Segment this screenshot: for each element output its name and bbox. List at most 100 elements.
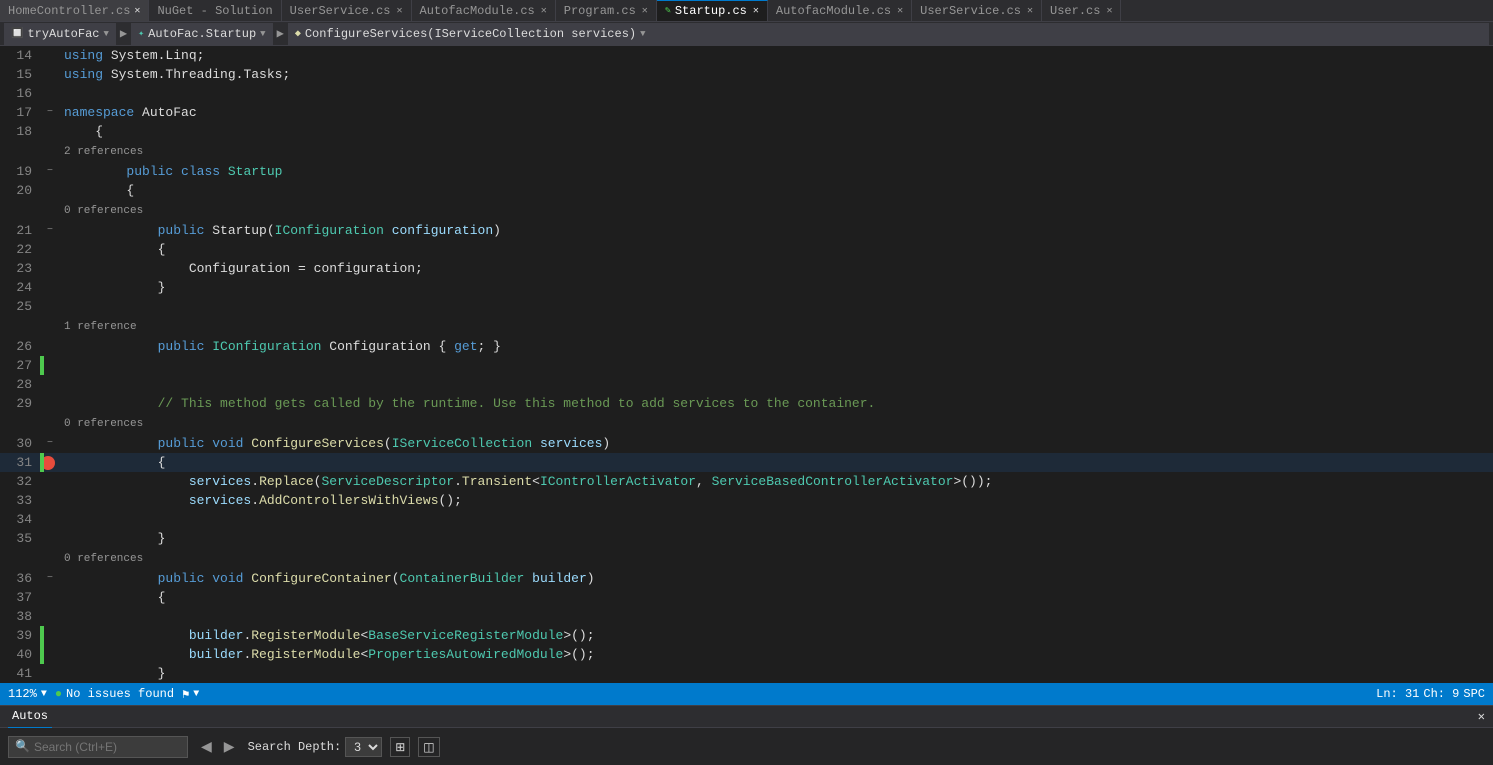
tab-close[interactable]: ✕ bbox=[753, 5, 759, 17]
code-content[interactable]: Configuration = configuration; bbox=[60, 259, 1493, 278]
cursor-position[interactable]: Ln: 31 Ch: 9 SPC bbox=[1376, 687, 1485, 701]
tab-userservice1[interactable]: UserService.cs ✕ bbox=[282, 0, 412, 21]
code-content[interactable]: using System.Threading.Tasks; bbox=[60, 65, 1493, 84]
nav-method[interactable]: ◆ ConfigureServices(IServiceCollection s… bbox=[288, 23, 1489, 45]
nav-method-label: ConfigureServices(IServiceCollection ser… bbox=[305, 27, 636, 41]
code-content[interactable] bbox=[60, 84, 1493, 103]
collapse-icon[interactable]: − bbox=[47, 221, 53, 240]
code-content[interactable] bbox=[60, 297, 1493, 316]
panel-close-button[interactable]: ✕ bbox=[1478, 709, 1485, 724]
code-content[interactable]: { bbox=[60, 122, 1493, 141]
line-number: 18 bbox=[0, 122, 40, 141]
line-number: 21 bbox=[0, 221, 40, 240]
class-icon: ✦ bbox=[138, 28, 144, 40]
code-content[interactable]: services.AddControllersWithViews(); bbox=[60, 491, 1493, 510]
code-content[interactable]: } bbox=[60, 529, 1493, 548]
code-content[interactable]: { bbox=[60, 181, 1493, 200]
search-box[interactable]: 🔍 bbox=[8, 736, 188, 758]
tab-autofacmodule1[interactable]: AutofacModule.cs ✕ bbox=[412, 0, 556, 21]
code-content[interactable]: { bbox=[60, 453, 1493, 472]
line-row: 1 reference 26 public IConfiguration Con… bbox=[0, 316, 1493, 356]
modified-indicator bbox=[40, 453, 44, 472]
line-row: 17 − namespace AutoFac bbox=[0, 103, 1493, 122]
tab-dirty-indicator: ✕ bbox=[134, 5, 140, 17]
line-indicator bbox=[40, 645, 60, 664]
tab-program[interactable]: Program.cs ✕ bbox=[556, 0, 657, 21]
code-content[interactable]: public void ConfigureServices(IServiceCo… bbox=[60, 434, 1493, 453]
code-content[interactable]: public class Startup bbox=[60, 162, 1493, 181]
code-editor[interactable]: 14 using System.Linq; 15 using System.Th… bbox=[0, 46, 1493, 683]
line-row: 39 builder.RegisterModule<BaseServiceReg… bbox=[0, 626, 1493, 645]
line-row: 0 references 21 − public Startup(IConfig… bbox=[0, 200, 1493, 240]
line-row: 0 references 30 − public void ConfigureS… bbox=[0, 413, 1493, 453]
line-indicator: − bbox=[40, 221, 60, 240]
depth-dropdown[interactable]: 3 1 2 4 5 bbox=[345, 737, 382, 757]
line-number: 15 bbox=[0, 65, 40, 84]
line-row: 32 services.Replace(ServiceDescriptor.Tr… bbox=[0, 472, 1493, 491]
nav-class[interactable]: ✦ AutoFac.Startup ▼ bbox=[131, 23, 272, 45]
code-content[interactable]: builder.RegisterModule<PropertiesAutowir… bbox=[60, 645, 1493, 664]
warning-filter[interactable]: ⚑ ▼ bbox=[182, 687, 199, 702]
tab-close[interactable]: ✕ bbox=[397, 5, 403, 17]
line-indicator bbox=[40, 491, 60, 510]
line-row: 23 Configuration = configuration; bbox=[0, 259, 1493, 278]
code-content[interactable]: using System.Linq; bbox=[60, 46, 1493, 65]
code-lines: 14 using System.Linq; 15 using System.Th… bbox=[0, 46, 1493, 683]
icon-button-2[interactable]: ◫ bbox=[418, 737, 439, 757]
collapse-icon[interactable]: − bbox=[47, 569, 53, 588]
tab-close[interactable]: ✕ bbox=[541, 5, 547, 17]
nav-back-button[interactable]: ◀ bbox=[196, 737, 217, 756]
code-content[interactable]: { bbox=[60, 240, 1493, 259]
ref-hint: 0 references bbox=[60, 200, 143, 221]
nav-project[interactable]: 🔲 tryAutoFac ▼ bbox=[4, 23, 116, 45]
nav-project-label: tryAutoFac bbox=[27, 27, 99, 41]
code-content[interactable]: } bbox=[60, 664, 1493, 683]
line-indicator: − bbox=[40, 569, 60, 588]
code-content[interactable]: } bbox=[60, 278, 1493, 297]
search-input[interactable] bbox=[34, 740, 154, 754]
collapse-icon[interactable]: − bbox=[47, 434, 53, 453]
code-content[interactable]: { bbox=[60, 588, 1493, 607]
code-content[interactable]: public void ConfigureContainer(Container… bbox=[60, 569, 1493, 588]
ref-hint: 0 references bbox=[60, 548, 143, 569]
icon-button-1[interactable]: ⊞ bbox=[390, 737, 410, 757]
col-pos-label: Ch: 9 bbox=[1423, 687, 1459, 701]
code-content[interactable] bbox=[60, 375, 1493, 394]
tab-close[interactable]: ✕ bbox=[642, 5, 648, 17]
code-content[interactable]: namespace AutoFac bbox=[60, 103, 1493, 122]
tab-startup[interactable]: ✎ Startup.cs ✕ bbox=[657, 0, 768, 21]
zoom-level[interactable]: 112% ▼ bbox=[8, 687, 47, 701]
nav-forward-button[interactable]: ▶ bbox=[219, 737, 240, 756]
tab-close[interactable]: ✕ bbox=[1106, 5, 1112, 17]
panel-tab-autos[interactable]: Autos bbox=[8, 706, 52, 728]
code-content[interactable] bbox=[60, 607, 1493, 626]
code-content[interactable]: builder.RegisterModule<BaseServiceRegist… bbox=[60, 626, 1493, 645]
code-content[interactable]: public IConfiguration Configuration { ge… bbox=[60, 337, 1493, 356]
tab-close[interactable]: ✕ bbox=[897, 5, 903, 17]
no-issues-indicator[interactable]: ● No issues found bbox=[55, 687, 174, 701]
code-content[interactable] bbox=[60, 356, 1493, 375]
tab-label: UserService.cs bbox=[920, 4, 1021, 18]
ref-hint: 0 references bbox=[60, 413, 143, 434]
code-content[interactable] bbox=[60, 510, 1493, 529]
line-number: 27 bbox=[0, 356, 40, 375]
collapse-icon[interactable]: − bbox=[47, 103, 53, 122]
code-content[interactable]: public Startup(IConfiguration configurat… bbox=[60, 221, 1493, 240]
line-number: 37 bbox=[0, 588, 40, 607]
line-indicator bbox=[40, 278, 60, 297]
collapse-icon[interactable]: − bbox=[47, 162, 53, 181]
tab-autofacmodule2[interactable]: AutofacModule.cs ✕ bbox=[768, 0, 912, 21]
tab-homecontroller[interactable]: HomeController.cs ✕ bbox=[0, 0, 149, 21]
tab-label: User.cs bbox=[1050, 4, 1100, 18]
tab-label: Program.cs bbox=[564, 4, 636, 18]
code-content[interactable]: // This method gets called by the runtim… bbox=[60, 394, 1493, 413]
tab-label: UserService.cs bbox=[290, 4, 391, 18]
tab-close[interactable]: ✕ bbox=[1027, 5, 1033, 17]
code-content[interactable]: services.Replace(ServiceDescriptor.Trans… bbox=[60, 472, 1493, 491]
tab-userservice2[interactable]: UserService.cs ✕ bbox=[912, 0, 1042, 21]
tab-user[interactable]: User.cs ✕ bbox=[1042, 0, 1121, 21]
line-indicator bbox=[40, 510, 60, 529]
line-row: 16 bbox=[0, 84, 1493, 103]
tab-nuget[interactable]: NuGet - Solution bbox=[149, 0, 281, 21]
ref-hint: 1 reference bbox=[60, 316, 137, 337]
